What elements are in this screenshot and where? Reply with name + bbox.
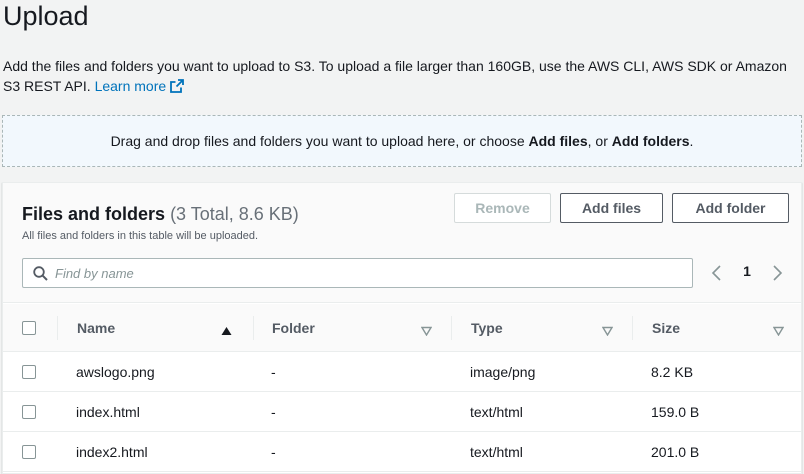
row-checkbox[interactable] [22, 405, 36, 419]
page-title: Upload [3, 1, 89, 31]
sort-caret-down-icon[interactable] [601, 323, 614, 341]
cell-folder: - [271, 364, 276, 380]
cell-name: index.html [76, 404, 140, 420]
upload-dropzone[interactable]: Drag and drop files and folders you want… [2, 115, 802, 167]
cell-size: 159.0 B [651, 404, 700, 420]
panel-subtitle: All files and folders in this table will… [22, 230, 259, 242]
table-header: Name Folder Type Size [3, 304, 801, 352]
search-box[interactable] [22, 258, 693, 288]
column-header-name[interactable]: Name [77, 304, 115, 352]
previous-page-icon[interactable] [711, 265, 723, 286]
column-header-type[interactable]: Type [471, 304, 503, 352]
panel-header: Files and folders (3 Total, 8.6 KB) All … [3, 183, 801, 303]
cell-folder: - [271, 404, 276, 420]
column-header-folder[interactable]: Folder [272, 304, 315, 352]
cell-size: 201.0 B [651, 444, 700, 460]
dropzone-suffix: . [689, 133, 694, 149]
files-table: Name Folder Type Size awslogo.png - imag… [3, 304, 801, 472]
search-input[interactable] [55, 263, 675, 283]
dropzone-text: Drag and drop files and folders you want… [111, 133, 694, 149]
learn-more-label: Learn more [94, 78, 167, 94]
column-divider [57, 316, 58, 340]
row-checkbox[interactable] [22, 365, 36, 379]
row-checkbox[interactable] [22, 445, 36, 459]
cell-name: index2.html [76, 444, 148, 460]
table-row: awslogo.png - image/png 8.2 KB [3, 352, 801, 392]
remove-button[interactable]: Remove [454, 193, 551, 223]
cell-folder: - [271, 444, 276, 460]
cell-size: 8.2 KB [651, 364, 694, 380]
column-divider [632, 316, 633, 340]
dropzone-add-folders: Add folders [611, 133, 690, 149]
files-and-folders-panel: Files and folders (3 Total, 8.6 KB) All … [2, 182, 802, 474]
cell-type: text/html [470, 444, 523, 460]
panel-count: (3 Total, 8.6 KB) [170, 204, 299, 224]
cell-name: awslogo.png [76, 364, 155, 380]
table-row: index.html - text/html 159.0 B [3, 392, 801, 432]
column-divider [253, 316, 254, 340]
panel-title-text: Files and folders [22, 204, 166, 224]
search-icon [33, 266, 48, 286]
page-description: Add the files and folders you want to up… [3, 56, 793, 98]
column-divider [451, 316, 452, 340]
sort-caret-down-icon[interactable] [420, 323, 433, 341]
dropzone-middle: , or [587, 133, 612, 149]
cell-type: image/png [470, 364, 536, 380]
dropzone-prefix: Drag and drop files and folders you want… [110, 133, 529, 149]
current-page-number[interactable]: 1 [740, 263, 754, 279]
cell-type: text/html [470, 404, 523, 420]
add-files-button[interactable]: Add files [560, 193, 663, 223]
panel-title: Files and folders (3 Total, 8.6 KB) [22, 204, 299, 225]
sort-caret-down-icon[interactable] [772, 323, 785, 341]
learn-more-link[interactable]: Learn more [95, 78, 185, 94]
table-row: index2.html - text/html 201.0 B [3, 432, 801, 472]
column-header-size[interactable]: Size [652, 304, 680, 352]
external-link-icon [170, 78, 185, 98]
next-page-icon[interactable] [771, 265, 783, 286]
dropzone-add-files: Add files [528, 133, 588, 149]
select-all-checkbox[interactable] [22, 321, 36, 335]
add-folder-button[interactable]: Add folder [672, 193, 789, 223]
sort-ascending-icon[interactable] [221, 323, 232, 341]
